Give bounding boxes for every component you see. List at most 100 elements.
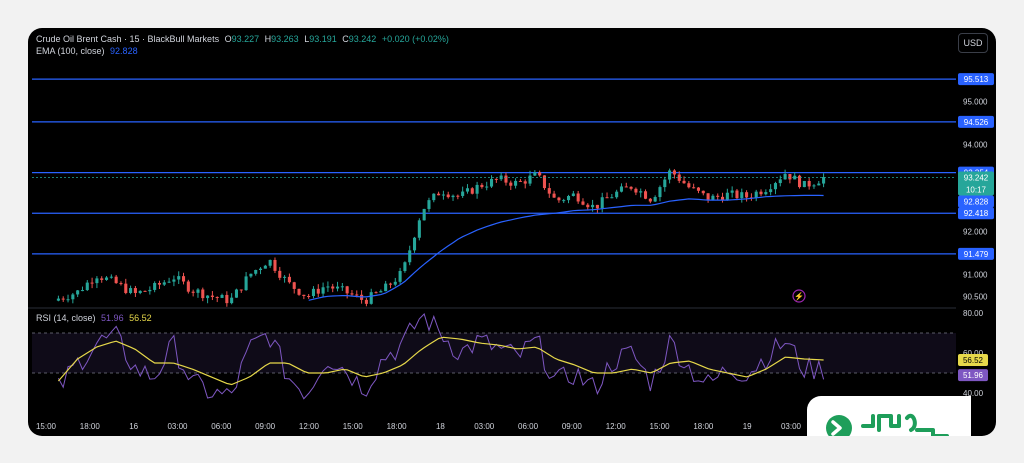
symbol-title: Crude Oil Brent Cash · 15 · BlackBull Ma…	[36, 34, 220, 44]
candle-body	[807, 180, 811, 187]
candle-body	[754, 191, 758, 198]
price-axis-tick-label: 94.000	[963, 141, 988, 150]
time-axis-tick-label: 15:00	[343, 422, 364, 431]
time-axis-tick-label: 18	[436, 422, 445, 431]
candle-body	[456, 195, 460, 197]
high-value: 93.263	[271, 34, 299, 44]
candle-body	[340, 286, 344, 288]
candle-body	[802, 180, 806, 188]
candle-body	[292, 282, 296, 289]
currency-button[interactable]: USD	[958, 33, 988, 53]
price-axis-tick-label: 90.500	[963, 292, 988, 301]
low-value: 93.191	[309, 34, 337, 44]
rsi-legend: RSI (14, close) 51.96 56.52	[36, 313, 155, 323]
candle-body	[822, 176, 826, 184]
candle-body	[523, 181, 527, 184]
candle-body	[581, 201, 585, 205]
candle-body	[778, 179, 782, 184]
candle-body	[249, 273, 253, 277]
candle-body	[615, 191, 619, 198]
chart-frame: 95.00094.00093.00092.00091.00090.50095.5…	[28, 28, 996, 436]
candle-body	[104, 277, 109, 280]
candle-body	[124, 283, 128, 293]
candle-body	[658, 187, 662, 198]
candle-body	[85, 282, 89, 291]
candle-body	[143, 290, 147, 292]
candle-body	[335, 286, 340, 289]
alert-icon-glyph: ⚡	[794, 291, 804, 301]
time-axis-tick-label: 09:00	[255, 422, 276, 431]
candle-body	[696, 187, 701, 191]
candle-body	[403, 262, 407, 272]
candle-body	[379, 291, 383, 293]
close-value: 93.242	[348, 34, 377, 44]
candle-body	[114, 276, 118, 284]
candle-body	[172, 279, 176, 282]
candle-body	[283, 276, 287, 278]
candle-body	[148, 289, 152, 292]
candle-body	[769, 189, 773, 193]
candle-body	[95, 278, 99, 284]
candle-body	[350, 293, 354, 295]
candle-body	[663, 179, 667, 188]
candle-body	[480, 184, 484, 188]
candle-body	[773, 183, 778, 190]
candle-body	[624, 186, 628, 188]
change-value: +0.020 (+0.02%)	[381, 34, 449, 44]
chart-canvas[interactable]: 95.00094.00093.00092.00091.00090.50095.5…	[28, 28, 996, 436]
candle-body	[475, 184, 479, 194]
candle-body	[369, 292, 373, 304]
rsi-tag-label: 51.96	[963, 371, 984, 380]
candle-body	[461, 191, 465, 196]
candle-body	[441, 194, 445, 196]
candle-body	[230, 297, 234, 304]
candle-body	[687, 183, 691, 188]
candle-body	[326, 286, 330, 288]
candle-body	[191, 291, 195, 293]
candle-body	[571, 193, 575, 197]
candle-body	[258, 268, 263, 271]
candle-body	[297, 288, 301, 295]
candle-body	[398, 271, 402, 282]
price-axis-tick-label: 95.000	[963, 97, 988, 106]
candle-body	[355, 294, 359, 296]
rsi-axis-tick-label: 80.00	[963, 309, 984, 318]
candle-body	[451, 195, 455, 198]
candle-body	[133, 288, 137, 294]
candle-body	[153, 282, 157, 290]
candle-body	[100, 278, 104, 280]
candle-body	[129, 288, 133, 293]
ema-label: EMA (100, close)	[36, 46, 105, 56]
candle-body	[518, 180, 522, 182]
candle-body	[56, 298, 60, 301]
candle-body	[504, 175, 508, 183]
candle-body	[629, 186, 633, 189]
symbol-legend: Crude Oil Brent Cash · 15 · BlackBull Ma…	[36, 34, 452, 44]
candle-body	[639, 191, 643, 193]
time-axis-tick-label: 12:00	[299, 422, 320, 431]
candle-body	[668, 170, 672, 180]
ema-price-label: 92.828	[964, 197, 989, 206]
candle-body	[605, 197, 609, 199]
candle-body	[321, 287, 325, 294]
candle-body	[692, 187, 696, 189]
candle-body	[331, 286, 335, 289]
level-price-label: 95.513	[964, 75, 989, 84]
candle-body	[437, 193, 441, 196]
candle-body	[514, 180, 518, 186]
time-axis-tick-label: 12:00	[606, 422, 627, 431]
candle-body	[71, 294, 75, 300]
candle-body	[562, 200, 566, 202]
candle-body	[239, 289, 243, 291]
candle-body	[109, 276, 113, 278]
rsi-value: 51.96	[101, 313, 124, 323]
candle-body	[201, 289, 205, 299]
candle-body	[547, 188, 551, 194]
candle-body	[716, 195, 720, 197]
candle-body	[701, 190, 705, 194]
candle-body	[364, 299, 368, 304]
candle-body	[177, 276, 181, 280]
candle-body	[66, 299, 70, 301]
time-axis-tick-label: 18:00	[693, 422, 714, 431]
brand-logo: GOODUP	[807, 396, 971, 436]
